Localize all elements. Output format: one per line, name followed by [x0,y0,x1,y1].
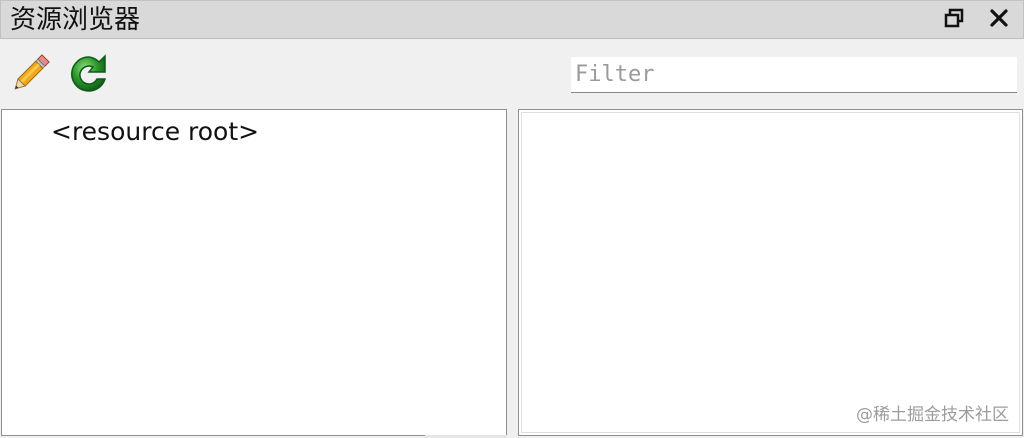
filter-input[interactable] [571,57,1017,93]
window-title: 资源浏览器 [10,5,141,35]
resource-browser-window: 资源浏览器 Filter <resource root> @稀土掘金技术社区 [0,0,1024,438]
restore-button[interactable] [941,7,967,33]
preview-pane: @稀土掘金技术社区 [518,109,1023,436]
toolbar [0,39,1024,107]
close-icon [989,8,1009,32]
pencil-icon [7,51,53,101]
preview-area [521,112,1020,433]
restore-window-icon [943,7,965,33]
refresh-icon [67,52,111,100]
tree-item-resource-root[interactable]: <resource root> [51,115,259,149]
refresh-button[interactable] [66,53,112,99]
resource-tree-pane[interactable]: <resource root> [1,109,507,436]
edit-button[interactable] [7,53,53,99]
watermark: @稀土掘金技术社区 [856,405,1009,425]
close-button[interactable] [986,7,1012,33]
title-bar: 资源浏览器 [0,0,1024,39]
